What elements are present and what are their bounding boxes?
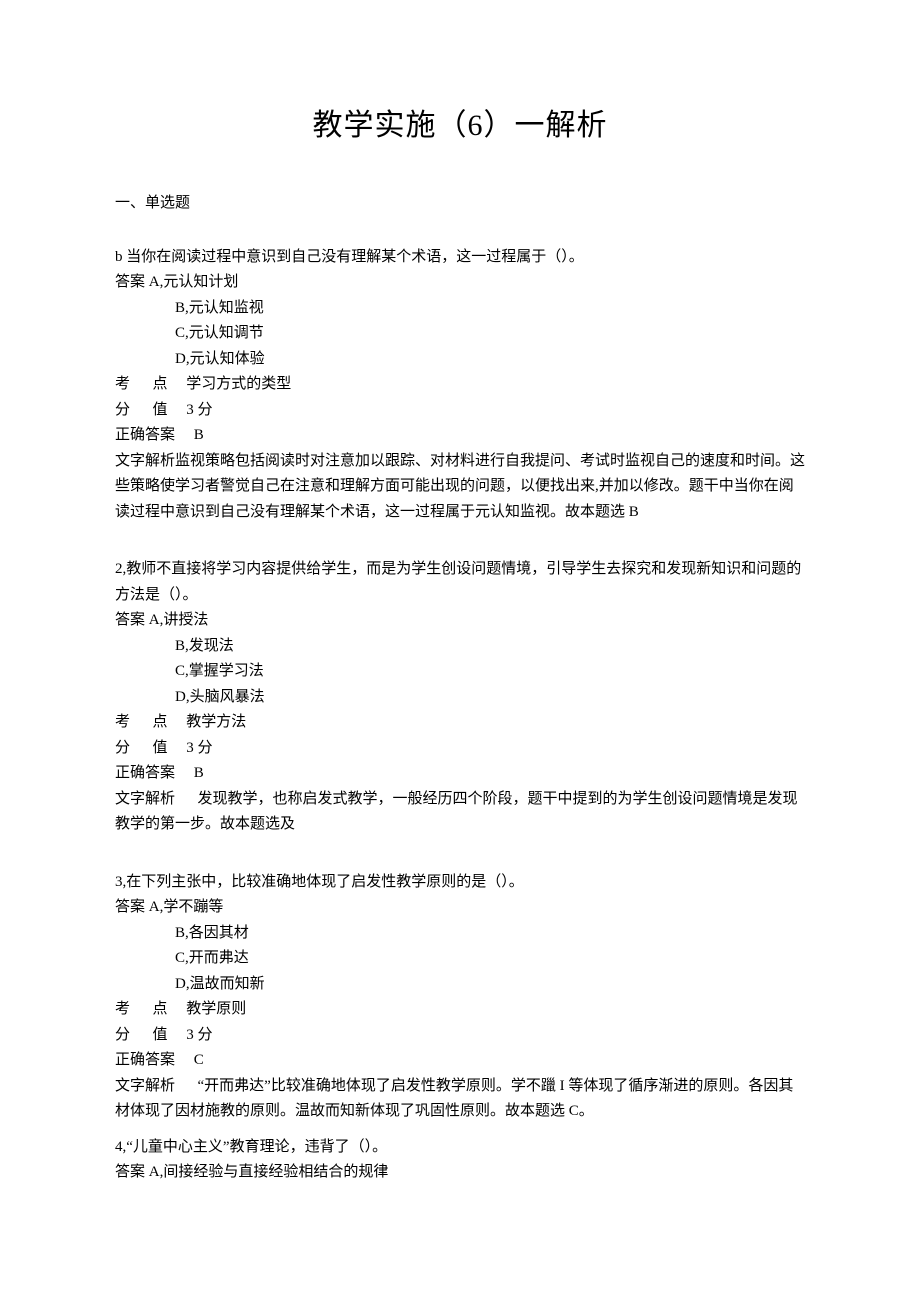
q3-option-d: D,温故而知新 (115, 972, 805, 998)
answer-value: B (194, 765, 204, 781)
answer-value: C (194, 1052, 204, 1068)
kaodian-label-char1: 考 (115, 714, 130, 730)
q3-option-c: C,开而弗达 (115, 946, 805, 972)
q2-kaodian: 考 点 教学方法 (115, 710, 805, 736)
fenzhi-label-char1: 分 (115, 740, 130, 756)
q2-stem: 2,教师不直接将学习内容提供给学生，而是为学生创设问题情境，引导学生去探究和发现… (115, 557, 805, 608)
kaodian-value: 学习方式的类型 (186, 376, 291, 392)
q3-kaodian: 考 点 教学原则 (115, 997, 805, 1023)
q2-analysis: 文字解析 发现教学，也称启发式教学，一般经历四个阶段，题干中提到的为学生创设问题… (115, 787, 805, 838)
q1-stem: b 当你在阅读过程中意识到自己没有理解某个术语，这一过程属于（）。 (115, 245, 805, 271)
q1-option-a: 答案 A,元认知计划 (115, 270, 805, 296)
q1-option-d: D,元认知体验 (115, 347, 805, 373)
kaodian-label-char1: 考 (115, 376, 130, 392)
q3-fenzhi: 分 值 3 分 (115, 1023, 805, 1049)
q1-fenzhi: 分 值 3 分 (115, 398, 805, 424)
fenzhi-label-char1: 分 (115, 402, 130, 418)
q2-option-d: D,头脑风暴法 (115, 685, 805, 711)
q1-kaodian: 考 点 学习方式的类型 (115, 372, 805, 398)
q4-stem: 4,“儿童中心主义”教育理论，违背了（）。 (115, 1135, 805, 1161)
question-4: 4,“儿童中心主义”教育理论，违背了（）。 答案 A,间接经验与直接经验相结合的… (115, 1135, 805, 1186)
answer-label: 正确答案 (115, 1052, 175, 1068)
q2-option-c: C,掌握学习法 (115, 659, 805, 685)
q1-answer: 正确答案 B (115, 423, 805, 449)
fenzhi-label-char2: 值 (153, 402, 168, 418)
q2-option-a: 答案 A,讲授法 (115, 608, 805, 634)
analysis-label: 文字解析 (115, 791, 175, 807)
answer-value: B (194, 427, 204, 443)
answer-label: 正确答案 (115, 427, 175, 443)
analysis-label: 文字解析 (115, 1078, 175, 1094)
question-3: 3,在下列主张中，比较准确地体现了启发性教学原则的是（）。 答案 A,学不蹦等 … (115, 870, 805, 1125)
q1-option-b: B,元认知监视 (115, 296, 805, 322)
fenzhi-label-char2: 值 (153, 1027, 168, 1043)
q3-option-b: B,各因其材 (115, 921, 805, 947)
fenzhi-label-char1: 分 (115, 1027, 130, 1043)
kaodian-label-char2: 点 (153, 1001, 168, 1017)
fenzhi-value: 3 分 (186, 402, 212, 418)
kaodian-value: 教学原则 (186, 1001, 246, 1017)
fenzhi-value: 3 分 (186, 1027, 212, 1043)
fenzhi-label-char2: 值 (153, 740, 168, 756)
question-2: 2,教师不直接将学习内容提供给学生，而是为学生创设问题情境，引导学生去探究和发现… (115, 557, 805, 838)
kaodian-label-char2: 点 (153, 376, 168, 392)
kaodian-label-char2: 点 (153, 714, 168, 730)
analysis-text: 发现教学，也称启发式教学，一般经历四个阶段，题干中提到的为学生创设问题情境是发现… (115, 791, 798, 833)
analysis-text: “开而弗达”比较准确地体现了启发性教学原则。学不躐 I 等体现了循序渐进的原则。… (115, 1078, 793, 1120)
question-1: b 当你在阅读过程中意识到自己没有理解某个术语，这一过程属于（）。 答案 A,元… (115, 245, 805, 526)
section-single-choice: 一、单选题 (115, 191, 805, 217)
q2-fenzhi: 分 值 3 分 (115, 736, 805, 762)
page-title: 教学实施（6）一解析 (115, 100, 805, 151)
kaodian-value: 教学方法 (186, 714, 246, 730)
q3-stem: 3,在下列主张中，比较准确地体现了启发性教学原则的是（）。 (115, 870, 805, 896)
q1-option-c: C,元认知调节 (115, 321, 805, 347)
q4-option-a: 答案 A,间接经验与直接经验相结合的规律 (115, 1160, 805, 1186)
answer-label: 正确答案 (115, 765, 175, 781)
q1-analysis: 文字解析监视策略包括阅读时对注意加以跟踪、对材料进行自我提问、考试时监视自己的速… (115, 449, 805, 526)
fenzhi-value: 3 分 (186, 740, 212, 756)
q3-option-a: 答案 A,学不蹦等 (115, 895, 805, 921)
q2-option-b: B,发现法 (115, 634, 805, 660)
kaodian-label-char1: 考 (115, 1001, 130, 1017)
q3-analysis: 文字解析 “开而弗达”比较准确地体现了启发性教学原则。学不躐 I 等体现了循序渐… (115, 1074, 805, 1125)
q2-answer: 正确答案 B (115, 761, 805, 787)
q3-answer: 正确答案 C (115, 1048, 805, 1074)
